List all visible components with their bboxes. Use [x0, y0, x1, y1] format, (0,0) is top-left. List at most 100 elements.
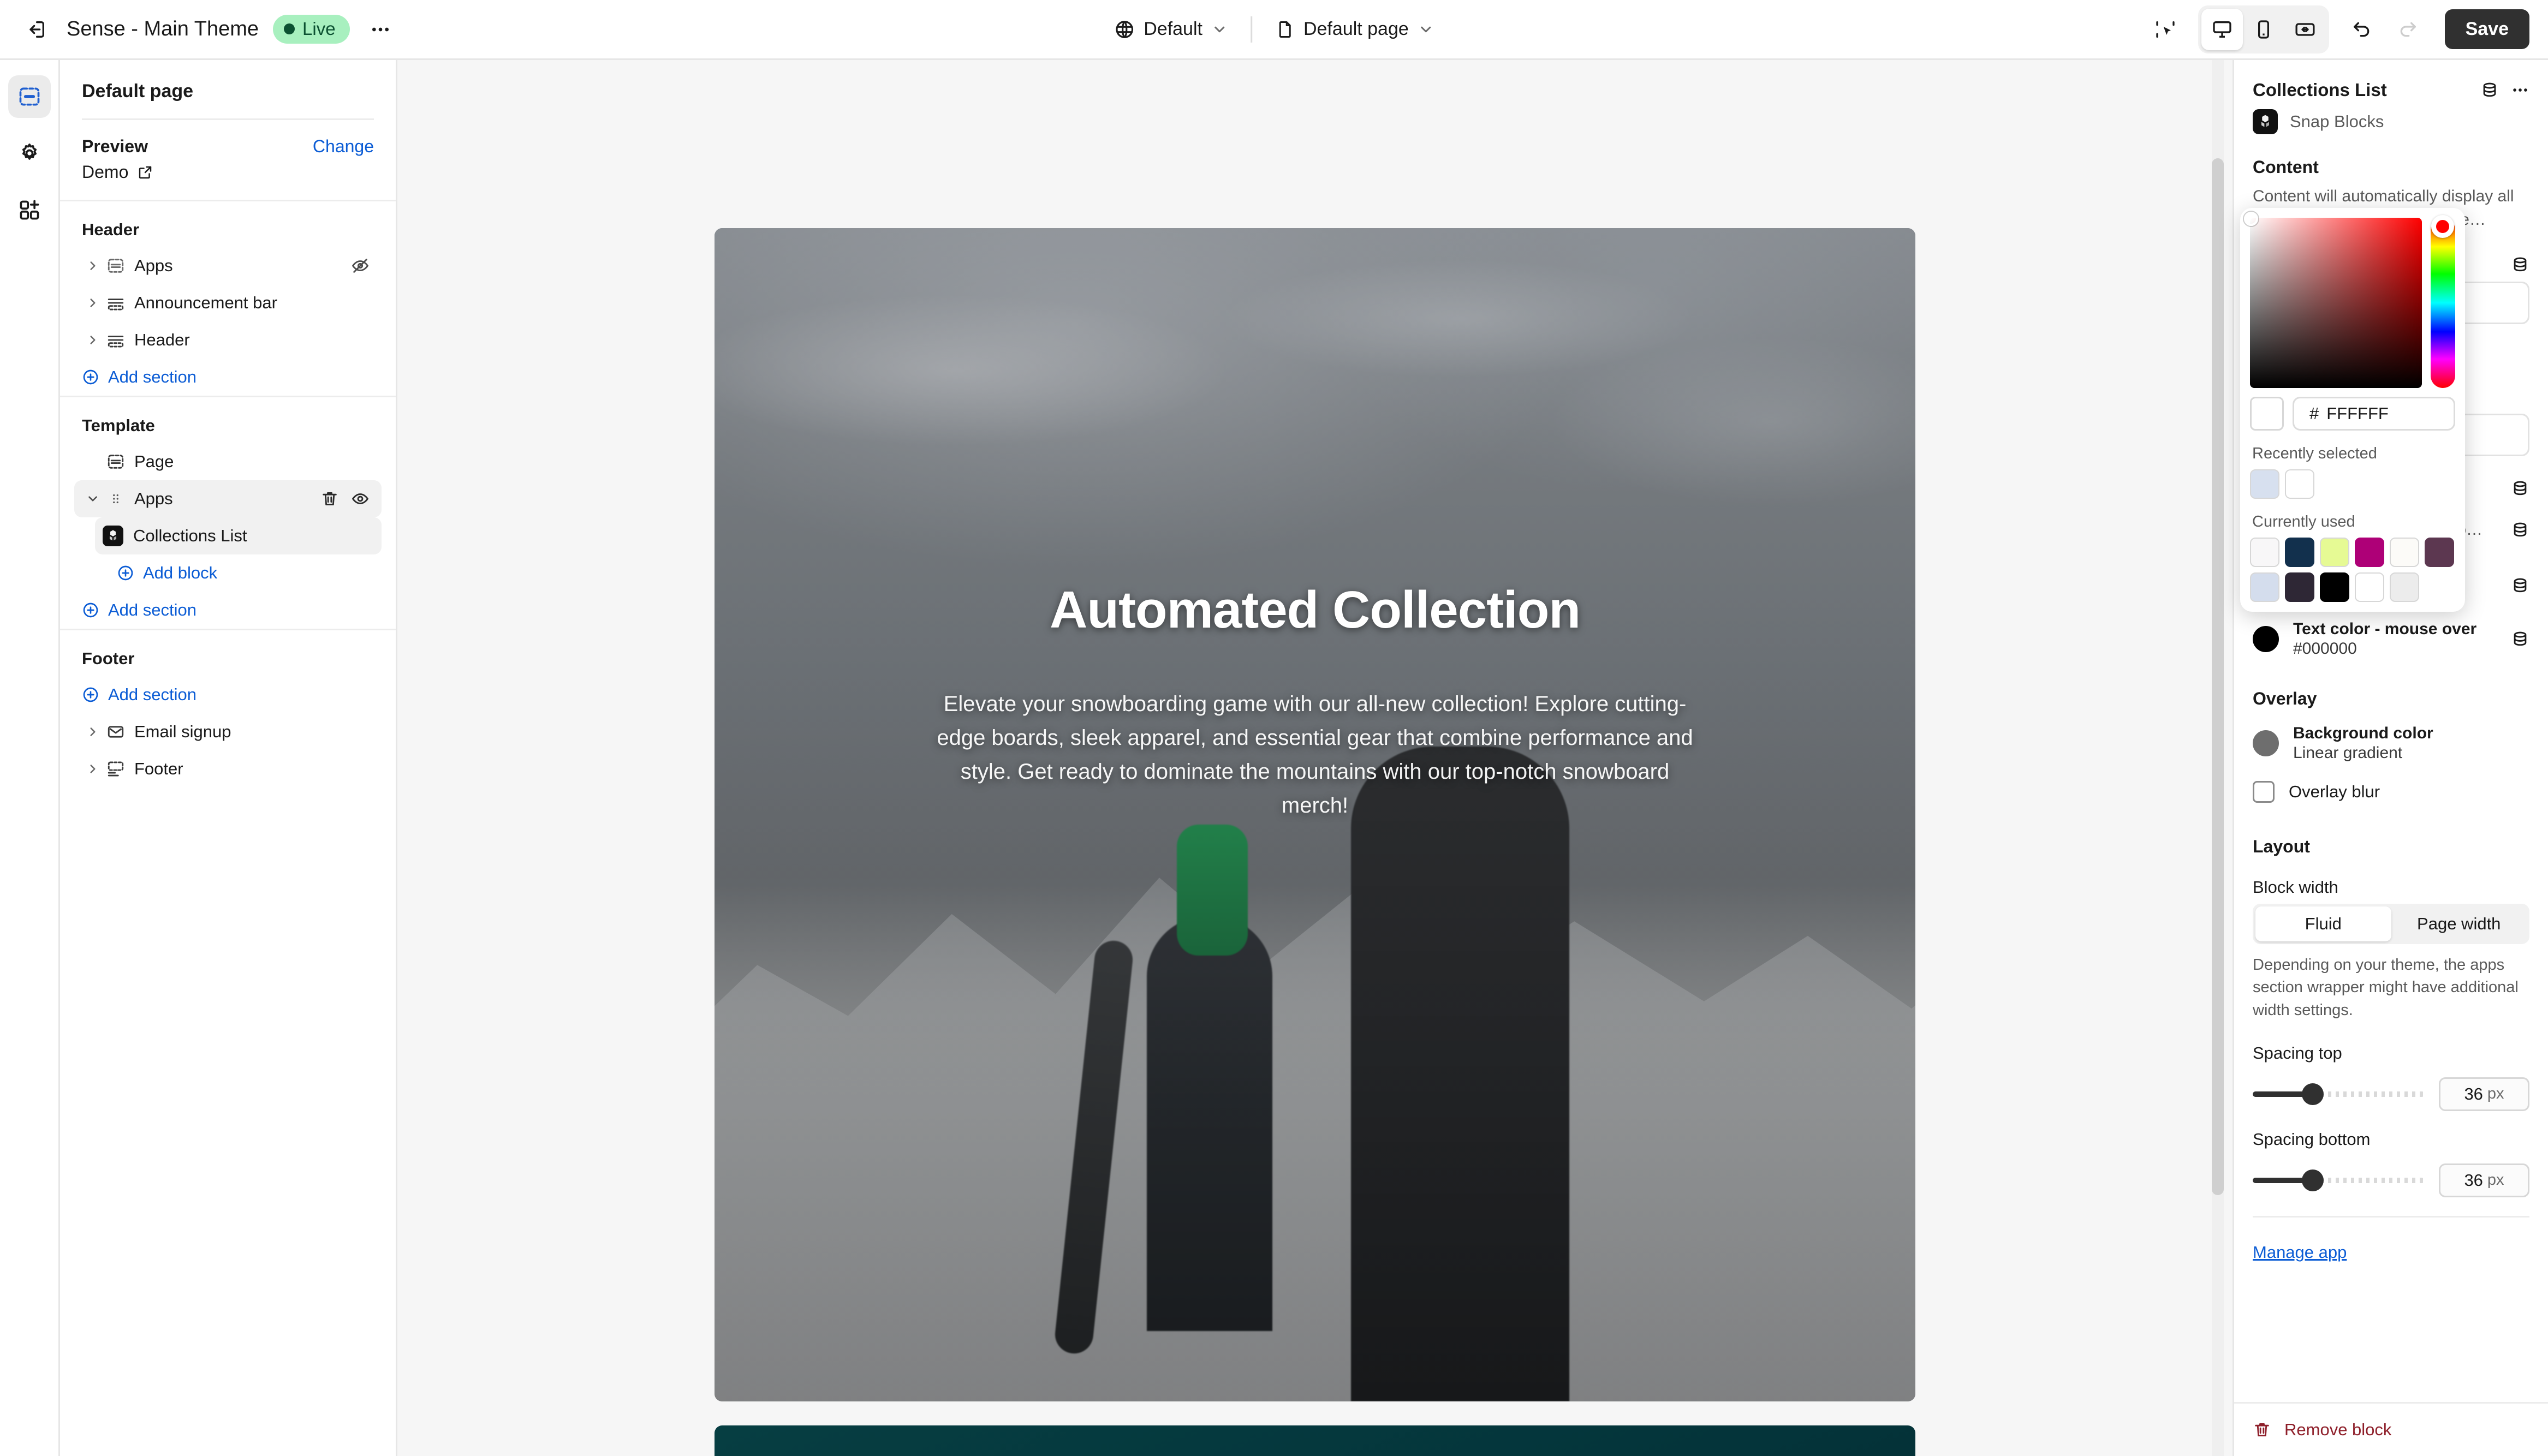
- overlay-background-color-row[interactable]: Background color Linear gradient: [2234, 717, 2548, 770]
- sidebar-item-label: Page: [134, 452, 174, 471]
- panel-more-icon[interactable]: [2511, 81, 2529, 99]
- hero-title: Automated Collection: [1049, 581, 1581, 639]
- recent-swatch[interactable]: [2250, 469, 2279, 499]
- manage-app-link[interactable]: Manage app: [2234, 1218, 2365, 1262]
- spacing-bottom-input[interactable]: 36 px: [2439, 1163, 2529, 1197]
- data-source-icon[interactable]: [2480, 81, 2499, 99]
- data-source-icon[interactable]: [2511, 479, 2529, 498]
- hex-input[interactable]: # FFFFFF: [2293, 397, 2455, 431]
- used-swatch[interactable]: [2250, 538, 2279, 567]
- hidden-eye-icon[interactable]: [351, 256, 370, 275]
- used-swatch[interactable]: [2320, 572, 2349, 602]
- device-desktop-button[interactable]: [2201, 8, 2243, 50]
- device-mobile-button[interactable]: [2243, 9, 2284, 50]
- chevron-right-icon[interactable]: [82, 762, 104, 776]
- overlay-background-swatch[interactable]: [2253, 730, 2279, 757]
- overlay-blur-checkbox[interactable]: [2253, 781, 2275, 803]
- used-swatch[interactable]: [2285, 572, 2314, 602]
- sidebar-item-actions: [320, 490, 374, 508]
- spacing-top-label: Spacing top: [2253, 1043, 2342, 1063]
- hero-section[interactable]: Automated Collection Elevate your snowbo…: [715, 228, 1915, 1401]
- save-button[interactable]: Save: [2444, 9, 2529, 49]
- used-swatch[interactable]: [2390, 538, 2419, 567]
- spacing-top-slider-thumb[interactable]: [2302, 1083, 2324, 1105]
- delete-icon[interactable]: [320, 490, 339, 508]
- chevron-down-icon[interactable]: [82, 492, 104, 506]
- add-block-button[interactable]: Add block: [60, 554, 396, 592]
- used-swatch[interactable]: [2355, 538, 2384, 567]
- sidebar-item-header[interactable]: Header: [74, 321, 382, 359]
- add-section-header-button[interactable]: Add section: [60, 359, 396, 396]
- chevron-down-icon: [1211, 21, 1228, 38]
- hue-slider[interactable]: [2430, 215, 2455, 388]
- drag-handle-icon[interactable]: [104, 492, 128, 506]
- device-fullwidth-button[interactable]: [2284, 9, 2326, 50]
- used-swatch[interactable]: [2355, 572, 2384, 602]
- sidebar-item-footer[interactable]: Footer: [74, 750, 382, 787]
- plus-circle-icon: [82, 368, 99, 386]
- sidebar-item-announcement-bar[interactable]: Announcement bar: [74, 284, 382, 321]
- color-picker-popover[interactable]: # FFFFFF Recently selected Currently use…: [2240, 208, 2465, 612]
- chevron-right-icon[interactable]: [82, 259, 104, 273]
- used-swatch[interactable]: [2320, 538, 2349, 567]
- overlay-blur-checkbox-row[interactable]: Overlay blur: [2234, 770, 2548, 814]
- data-source-icon[interactable]: [2511, 576, 2529, 595]
- chevron-right-icon[interactable]: [82, 296, 104, 310]
- used-swatch[interactable]: [2425, 538, 2454, 567]
- saturation-thumb[interactable]: [2244, 212, 2258, 226]
- text-color-hover-row[interactable]: Text color - mouse over #000000: [2234, 612, 2548, 666]
- top-bar-right: Save: [2145, 5, 2529, 53]
- used-swatch[interactable]: [2390, 572, 2419, 602]
- canvas-scrollbar-thumb[interactable]: [2212, 158, 2224, 1195]
- delete-icon: [2253, 1421, 2271, 1439]
- undo-icon: [2351, 19, 2373, 40]
- sidebar-item-page[interactable]: Page: [74, 443, 382, 480]
- exit-editor-button[interactable]: [15, 9, 57, 50]
- spacing-bottom-slider[interactable]: [2253, 1169, 2425, 1191]
- rail-item-add-apps[interactable]: [8, 189, 51, 231]
- chevron-right-icon[interactable]: [82, 725, 104, 739]
- panel-app-row: Snap Blocks: [2234, 100, 2548, 134]
- next-section-preview[interactable]: [715, 1425, 1915, 1456]
- change-preview-link[interactable]: Change: [313, 136, 374, 157]
- remove-block-button[interactable]: Remove block: [2234, 1402, 2548, 1456]
- spacing-bottom-row: 36 px: [2234, 1156, 2548, 1197]
- rail-item-settings[interactable]: [8, 132, 51, 175]
- hue-slider-thumb[interactable]: [2431, 215, 2455, 238]
- rail-item-sections[interactable]: [8, 75, 51, 118]
- saturation-value-area[interactable]: [2244, 212, 2422, 388]
- external-link-icon: [137, 164, 153, 181]
- data-source-icon[interactable]: [2511, 521, 2529, 539]
- spacing-top-input[interactable]: 36 px: [2439, 1077, 2529, 1111]
- page-selector[interactable]: Default page: [1264, 12, 1445, 46]
- sidebar-item-template-apps[interactable]: Apps: [74, 480, 382, 517]
- hero-paragraph: Elevate your snowboarding game with our …: [937, 692, 1693, 817]
- undo-button[interactable]: [2341, 9, 2383, 50]
- spacing-bottom-slider-thumb[interactable]: [2302, 1169, 2324, 1191]
- sidebar-block-collections-list[interactable]: Collections List: [95, 517, 382, 554]
- used-swatch[interactable]: [2250, 572, 2279, 602]
- chevron-right-icon[interactable]: [82, 333, 104, 347]
- add-section-template-button[interactable]: Add section: [60, 592, 396, 629]
- recently-selected-label: Recently selected: [2252, 445, 2377, 462]
- text-color-hover-label: Text color - mouse over: [2293, 620, 2477, 639]
- used-swatch[interactable]: [2285, 538, 2314, 567]
- add-section-footer-button[interactable]: Add section: [60, 676, 396, 713]
- text-color-hover-swatch[interactable]: [2253, 626, 2279, 653]
- inspector-tool-button[interactable]: [2145, 9, 2186, 50]
- redo-button[interactable]: [2387, 9, 2428, 50]
- footer-section-icon: [104, 760, 128, 778]
- sidebar-item-email-signup[interactable]: Email signup: [74, 713, 382, 750]
- visible-eye-icon[interactable]: [351, 490, 370, 508]
- preview-demo-row[interactable]: Demo: [60, 157, 396, 200]
- data-source-icon[interactable]: [2511, 630, 2529, 648]
- sidebar-group-header: Header: [82, 220, 140, 239]
- sidebar-item-header-apps[interactable]: Apps: [74, 247, 382, 284]
- data-source-icon[interactable]: [2511, 255, 2529, 274]
- block-width-option-page-width[interactable]: Page width: [2391, 906, 2527, 941]
- theme-more-actions-button[interactable]: [360, 9, 401, 50]
- block-width-option-fluid[interactable]: Fluid: [2255, 906, 2391, 942]
- recent-swatch[interactable]: [2285, 469, 2314, 499]
- market-selector[interactable]: Default: [1103, 12, 1239, 46]
- spacing-top-slider[interactable]: [2253, 1083, 2425, 1105]
